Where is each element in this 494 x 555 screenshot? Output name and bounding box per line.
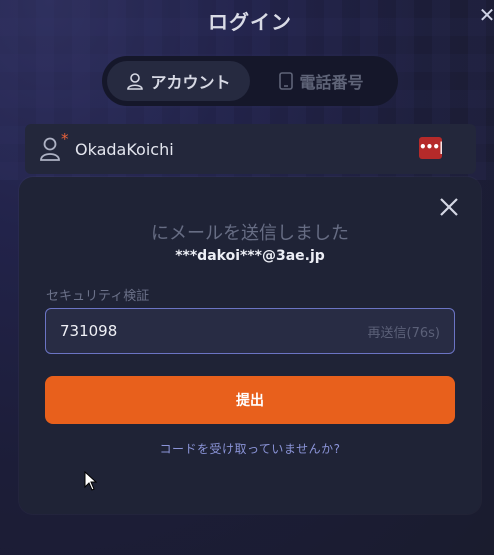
account-field[interactable]: * OkadaKoichi •••| <box>25 124 476 174</box>
tab-account[interactable]: アカウント <box>107 61 250 101</box>
masked-email: ***dakoi***@3ae.jp <box>175 248 325 264</box>
close-icon[interactable] <box>437 195 461 219</box>
tab-phone[interactable]: 電話番号 <box>250 61 393 101</box>
code-input[interactable] <box>60 309 320 353</box>
tab-account-label: アカウント <box>150 73 231 92</box>
password-toggle-button[interactable]: •••| <box>419 137 443 159</box>
user-icon <box>127 73 144 90</box>
page-title: ログイン <box>208 10 292 34</box>
submit-button[interactable]: 提出 <box>45 376 455 424</box>
verification-dialog: にメールを送信しました ***dakoi***@3ae.jp セキュリティ検証 … <box>19 177 481 514</box>
security-label: セキュリティ検証 <box>46 289 150 304</box>
phone-icon <box>279 72 294 90</box>
tab-phone-label: 電話番号 <box>299 73 364 92</box>
sent-message: にメールを送信しました <box>151 223 349 244</box>
verification-code-field[interactable]: 再送信(76s) <box>45 308 455 354</box>
close-icon[interactable]: ✕ <box>478 4 494 26</box>
user-icon: * <box>39 130 69 162</box>
no-code-link[interactable]: コードを受け取っていませんか? <box>19 440 481 457</box>
account-value: OkadaKoichi <box>75 139 174 159</box>
mouse-cursor-icon <box>84 471 98 491</box>
login-method-tabs: アカウント 電話番号 <box>102 56 398 106</box>
required-mark: * <box>61 130 69 148</box>
resend-button[interactable]: 再送信(76s) <box>368 322 440 341</box>
